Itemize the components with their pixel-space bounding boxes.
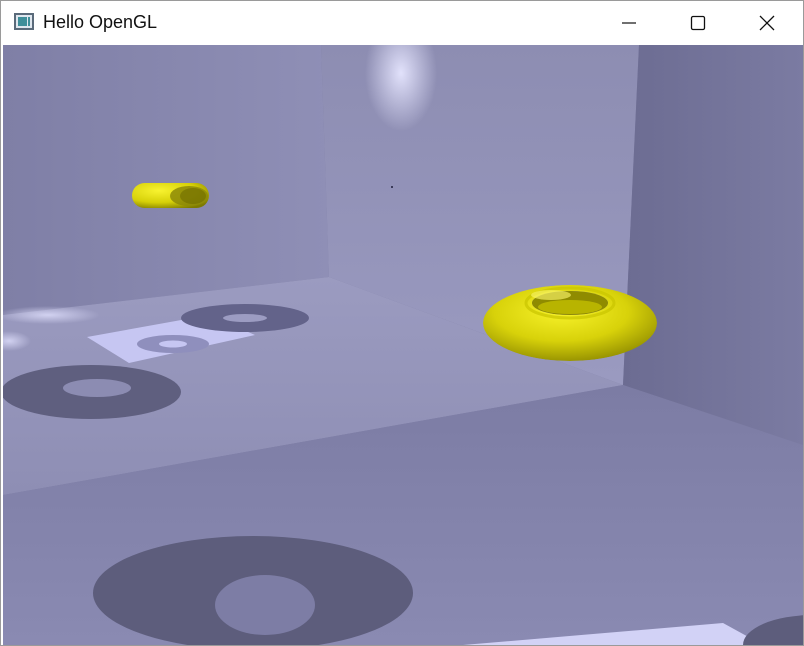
right-wall bbox=[623, 45, 803, 445]
opengl-app-icon bbox=[14, 13, 34, 30]
left-wall bbox=[3, 45, 329, 315]
scene-render bbox=[3, 45, 803, 645]
large-yellow-torus bbox=[483, 285, 657, 361]
close-icon bbox=[759, 15, 775, 31]
maximize-button[interactable] bbox=[668, 1, 728, 45]
window-title: Hello OpenGL bbox=[43, 12, 158, 32]
small-yellow-torus bbox=[132, 183, 209, 208]
opengl-canvas[interactable] bbox=[3, 45, 803, 645]
title-bar[interactable]: Hello OpenGL bbox=[1, 1, 803, 45]
close-button[interactable] bbox=[737, 1, 797, 45]
minimize-icon bbox=[622, 22, 636, 24]
scene-dot bbox=[391, 186, 393, 188]
minimize-button[interactable] bbox=[599, 1, 659, 45]
app-window: Hello OpenGL bbox=[0, 0, 804, 646]
maximize-icon bbox=[690, 15, 706, 31]
